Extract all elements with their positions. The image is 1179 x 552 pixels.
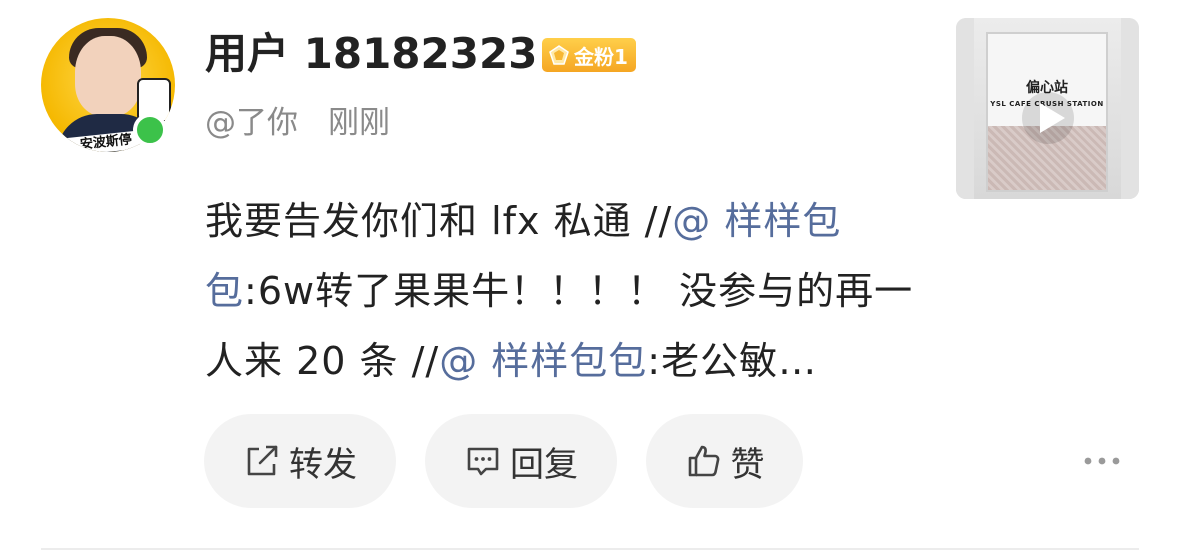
thumbs-up-icon: [688, 445, 719, 477]
reply-label: 回复: [510, 444, 578, 485]
post-meta: @了你 刚刚: [205, 101, 390, 145]
more-options-icon[interactable]: [1082, 454, 1122, 468]
content-text-3: :老公敏…: [647, 339, 818, 383]
mention-link-2[interactable]: @ 样样包包: [439, 339, 647, 383]
like-button[interactable]: 赞: [646, 414, 803, 508]
post-time: 刚刚: [328, 105, 390, 141]
online-status-dot: [133, 113, 167, 147]
thumbnail-side-left: [956, 18, 974, 199]
fan-badge-label: 金粉1: [574, 44, 628, 69]
play-icon[interactable]: [1021, 91, 1075, 145]
repost-label: 转发: [289, 444, 357, 485]
reply-button[interactable]: 回复: [425, 414, 617, 508]
user-handle[interactable]: @了你: [205, 105, 298, 141]
repost-icon: [247, 445, 278, 476]
thumbnail-side-right: [1121, 18, 1139, 199]
username[interactable]: 用户 18182323: [205, 28, 537, 80]
post-content: 我要告发你们和 lfx 私通 //@ 样样包包:6w转了果果牛！！！！ 没参与的…: [205, 186, 925, 396]
card-divider: [41, 548, 1139, 550]
content-text-1: 我要告发你们和 lfx 私通 //: [205, 199, 673, 243]
weibo-comment-card: 安波斯停 用户 18182323 金粉1 @了你 刚刚 偏心站 YSL CAFE …: [0, 0, 1179, 552]
like-label: 赞: [730, 444, 765, 485]
comment-icon: [467, 447, 499, 476]
avatar-face: [75, 36, 141, 116]
fan-badge[interactable]: 金粉1: [542, 38, 636, 72]
repost-button[interactable]: 转发: [204, 414, 396, 508]
gem-icon: [549, 45, 569, 65]
